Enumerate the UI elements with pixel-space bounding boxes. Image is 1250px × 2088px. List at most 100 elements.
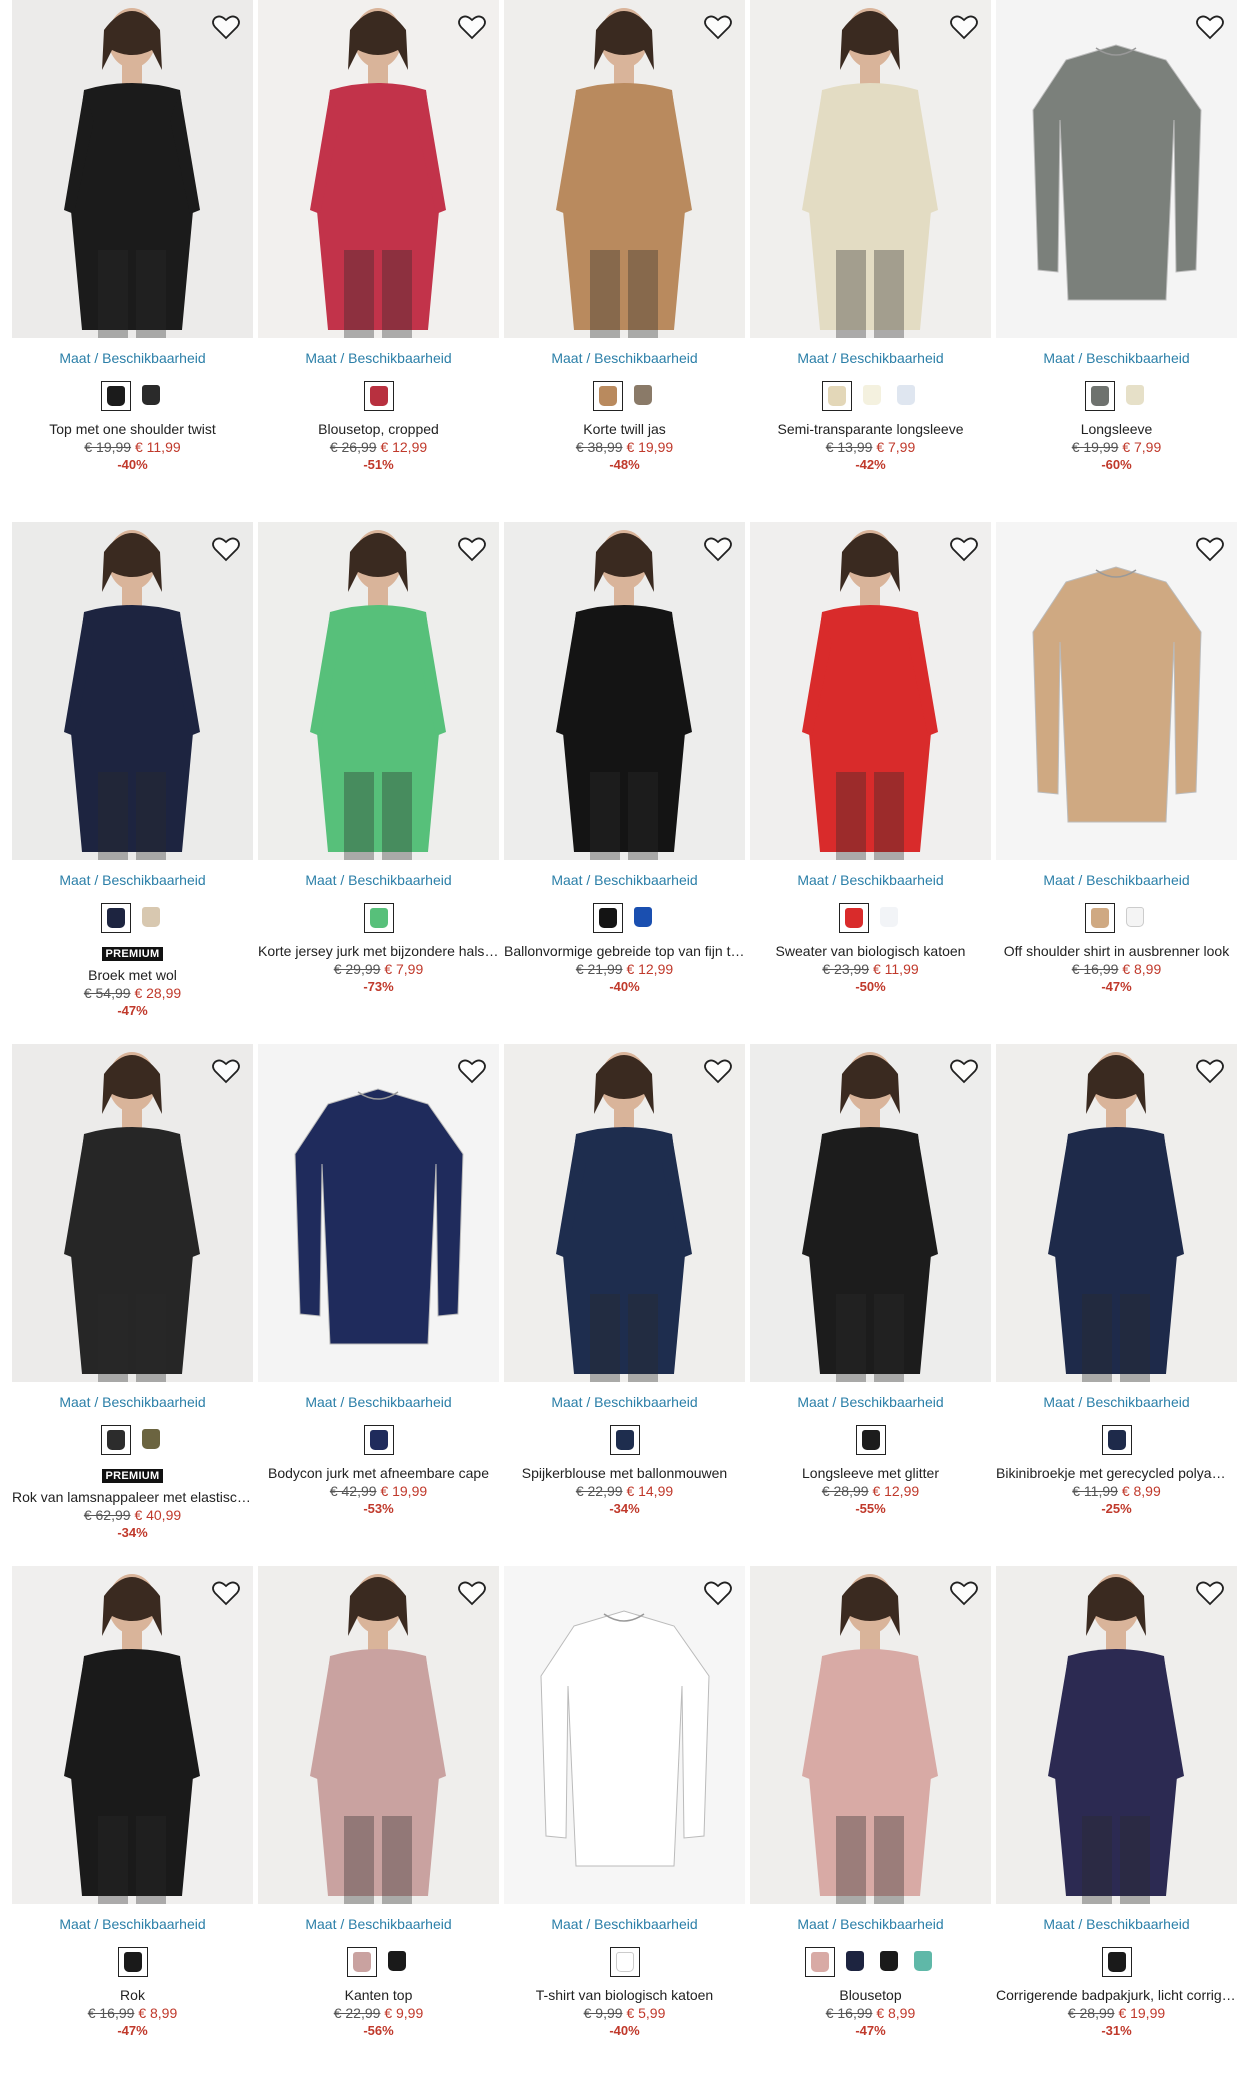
color-swatch[interactable]	[629, 903, 657, 931]
color-swatch[interactable]	[892, 381, 920, 409]
size-availability-link[interactable]: Maat / Beschikbaarheid	[12, 872, 253, 888]
product-image[interactable]	[12, 0, 253, 338]
color-swatch[interactable]	[592, 381, 623, 411]
size-availability-link[interactable]: Maat / Beschikbaarheid	[258, 350, 499, 366]
product-card[interactable]: Maat / Beschikbaarheid Off shoulder shirt…	[996, 522, 1237, 1044]
product-card[interactable]: Maat / Beschikbaarheid Longsleeve met gli…	[750, 1044, 991, 1566]
color-swatch[interactable]	[383, 1947, 411, 1975]
product-image[interactable]	[258, 0, 499, 338]
size-availability-link[interactable]: Maat / Beschikbaarheid	[258, 872, 499, 888]
product-card[interactable]: Maat / Beschikbaarheid Rok € 16,99 € 8,99 -…	[12, 1566, 253, 2088]
color-swatch[interactable]	[804, 1947, 835, 1977]
wishlist-heart-icon[interactable]	[209, 532, 243, 566]
product-photo[interactable]	[504, 1044, 745, 1382]
product-name[interactable]: Kanten top	[258, 1987, 499, 2003]
color-swatch[interactable]	[855, 1425, 886, 1455]
product-name[interactable]: Sweater van biologisch katoen	[750, 943, 991, 959]
product-name[interactable]: Blousetop, cropped	[258, 421, 499, 437]
color-swatch[interactable]	[137, 1425, 165, 1453]
size-availability-link[interactable]: Maat / Beschikbaarheid	[12, 1916, 253, 1932]
product-photo[interactable]	[504, 0, 745, 338]
size-availability-link[interactable]: Maat / Beschikbaarheid	[996, 1916, 1237, 1932]
product-image[interactable]	[12, 1044, 253, 1382]
product-photo[interactable]	[996, 1044, 1237, 1382]
product-image[interactable]	[258, 522, 499, 860]
size-availability-link[interactable]: Maat / Beschikbaarheid	[504, 1394, 745, 1410]
color-swatch[interactable]	[609, 1425, 640, 1455]
product-photo[interactable]	[12, 522, 253, 860]
product-image[interactable]	[258, 1566, 499, 1904]
color-swatch[interactable]	[629, 381, 657, 409]
color-swatch[interactable]	[363, 903, 394, 933]
product-card[interactable]: Maat / Beschikbaarheid Bodycon jurk met a…	[258, 1044, 499, 1566]
size-availability-link[interactable]: Maat / Beschikbaarheid	[750, 1394, 991, 1410]
size-availability-link[interactable]: Maat / Beschikbaarheid	[996, 350, 1237, 366]
color-swatch[interactable]	[363, 381, 394, 411]
product-name[interactable]: Bikinibroekje met gerecycled polyamide	[996, 1465, 1237, 1481]
wishlist-heart-icon[interactable]	[209, 1054, 243, 1088]
size-availability-link[interactable]: Maat / Beschikbaarheid	[504, 1916, 745, 1932]
product-image[interactable]	[12, 522, 253, 860]
product-photo[interactable]	[258, 1566, 499, 1904]
product-name[interactable]: Off shoulder shirt in ausbrenner look	[996, 943, 1237, 959]
color-swatch[interactable]	[346, 1947, 377, 1977]
color-swatch[interactable]	[100, 903, 131, 933]
color-swatch[interactable]	[1084, 381, 1115, 411]
product-name[interactable]: Top met one shoulder twist	[12, 421, 253, 437]
product-photo[interactable]	[258, 1044, 499, 1382]
product-photo[interactable]	[996, 0, 1237, 338]
product-name[interactable]: Longsleeve	[996, 421, 1237, 437]
color-swatch[interactable]	[875, 1947, 903, 1975]
wishlist-heart-icon[interactable]	[701, 10, 735, 44]
product-name[interactable]: Rok	[12, 1987, 253, 2003]
color-swatch[interactable]	[841, 1947, 869, 1975]
wishlist-heart-icon[interactable]	[455, 10, 489, 44]
product-card[interactable]: Maat / Beschikbaarheid Corrigerende badpa…	[996, 1566, 1237, 2088]
product-card[interactable]: Maat / Beschikbaarheid T-shirt van biolog…	[504, 1566, 745, 2088]
wishlist-heart-icon[interactable]	[209, 10, 243, 44]
product-image[interactable]	[750, 522, 991, 860]
product-image[interactable]	[504, 1044, 745, 1382]
color-swatch[interactable]	[1121, 903, 1149, 931]
product-image[interactable]	[996, 1044, 1237, 1382]
product-card[interactable]: Maat / Beschikbaarheid Ballonvormige gebr…	[504, 522, 745, 1044]
wishlist-heart-icon[interactable]	[947, 1054, 981, 1088]
size-availability-link[interactable]: Maat / Beschikbaarheid	[12, 350, 253, 366]
size-availability-link[interactable]: Maat / Beschikbaarheid	[12, 1394, 253, 1410]
product-photo[interactable]	[258, 522, 499, 860]
wishlist-heart-icon[interactable]	[1193, 1576, 1227, 1610]
product-photo[interactable]	[504, 1566, 745, 1904]
color-swatch[interactable]	[1101, 1947, 1132, 1977]
product-photo[interactable]	[750, 0, 991, 338]
color-swatch[interactable]	[1121, 381, 1149, 409]
product-card[interactable]: Maat / Beschikbaarheid Top met one should…	[12, 0, 253, 522]
size-availability-link[interactable]: Maat / Beschikbaarheid	[750, 872, 991, 888]
product-image[interactable]	[996, 1566, 1237, 1904]
color-swatch[interactable]	[592, 903, 623, 933]
product-card[interactable]: Maat / Beschikbaarheid Spijkerblouse met …	[504, 1044, 745, 1566]
product-card[interactable]: Maat / Beschikbaarheid Bikinibroekje met …	[996, 1044, 1237, 1566]
product-name[interactable]: Korte jersey jurk met bijzondere halslij…	[258, 943, 499, 959]
wishlist-heart-icon[interactable]	[455, 1576, 489, 1610]
color-swatch[interactable]	[609, 1947, 640, 1977]
product-name[interactable]: Korte twill jas	[504, 421, 745, 437]
color-swatch[interactable]	[838, 903, 869, 933]
product-image[interactable]	[750, 0, 991, 338]
product-photo[interactable]	[12, 0, 253, 338]
wishlist-heart-icon[interactable]	[947, 1576, 981, 1610]
product-name[interactable]: Rok van lamsnappaleer met elastische ban…	[12, 1489, 253, 1505]
color-swatch[interactable]	[1084, 903, 1115, 933]
product-name[interactable]: T-shirt van biologisch katoen	[504, 1987, 745, 2003]
product-card[interactable]: Maat / Beschikbaarheid Longsleeve € 19,99 …	[996, 0, 1237, 522]
product-photo[interactable]	[996, 1566, 1237, 1904]
product-image[interactable]	[504, 522, 745, 860]
product-photo[interactable]	[504, 522, 745, 860]
wishlist-heart-icon[interactable]	[209, 1576, 243, 1610]
product-name[interactable]: Broek met wol	[12, 967, 253, 983]
wishlist-heart-icon[interactable]	[701, 532, 735, 566]
product-card[interactable]: Maat / Beschikbaarheid Korte jersey jurk …	[258, 522, 499, 1044]
wishlist-heart-icon[interactable]	[701, 1054, 735, 1088]
product-card[interactable]: Maat / Beschikbaarheid PREMIUM Rok van lam…	[12, 1044, 253, 1566]
product-name[interactable]: Bodycon jurk met afneembare cape	[258, 1465, 499, 1481]
product-name[interactable]: Longsleeve met glitter	[750, 1465, 991, 1481]
